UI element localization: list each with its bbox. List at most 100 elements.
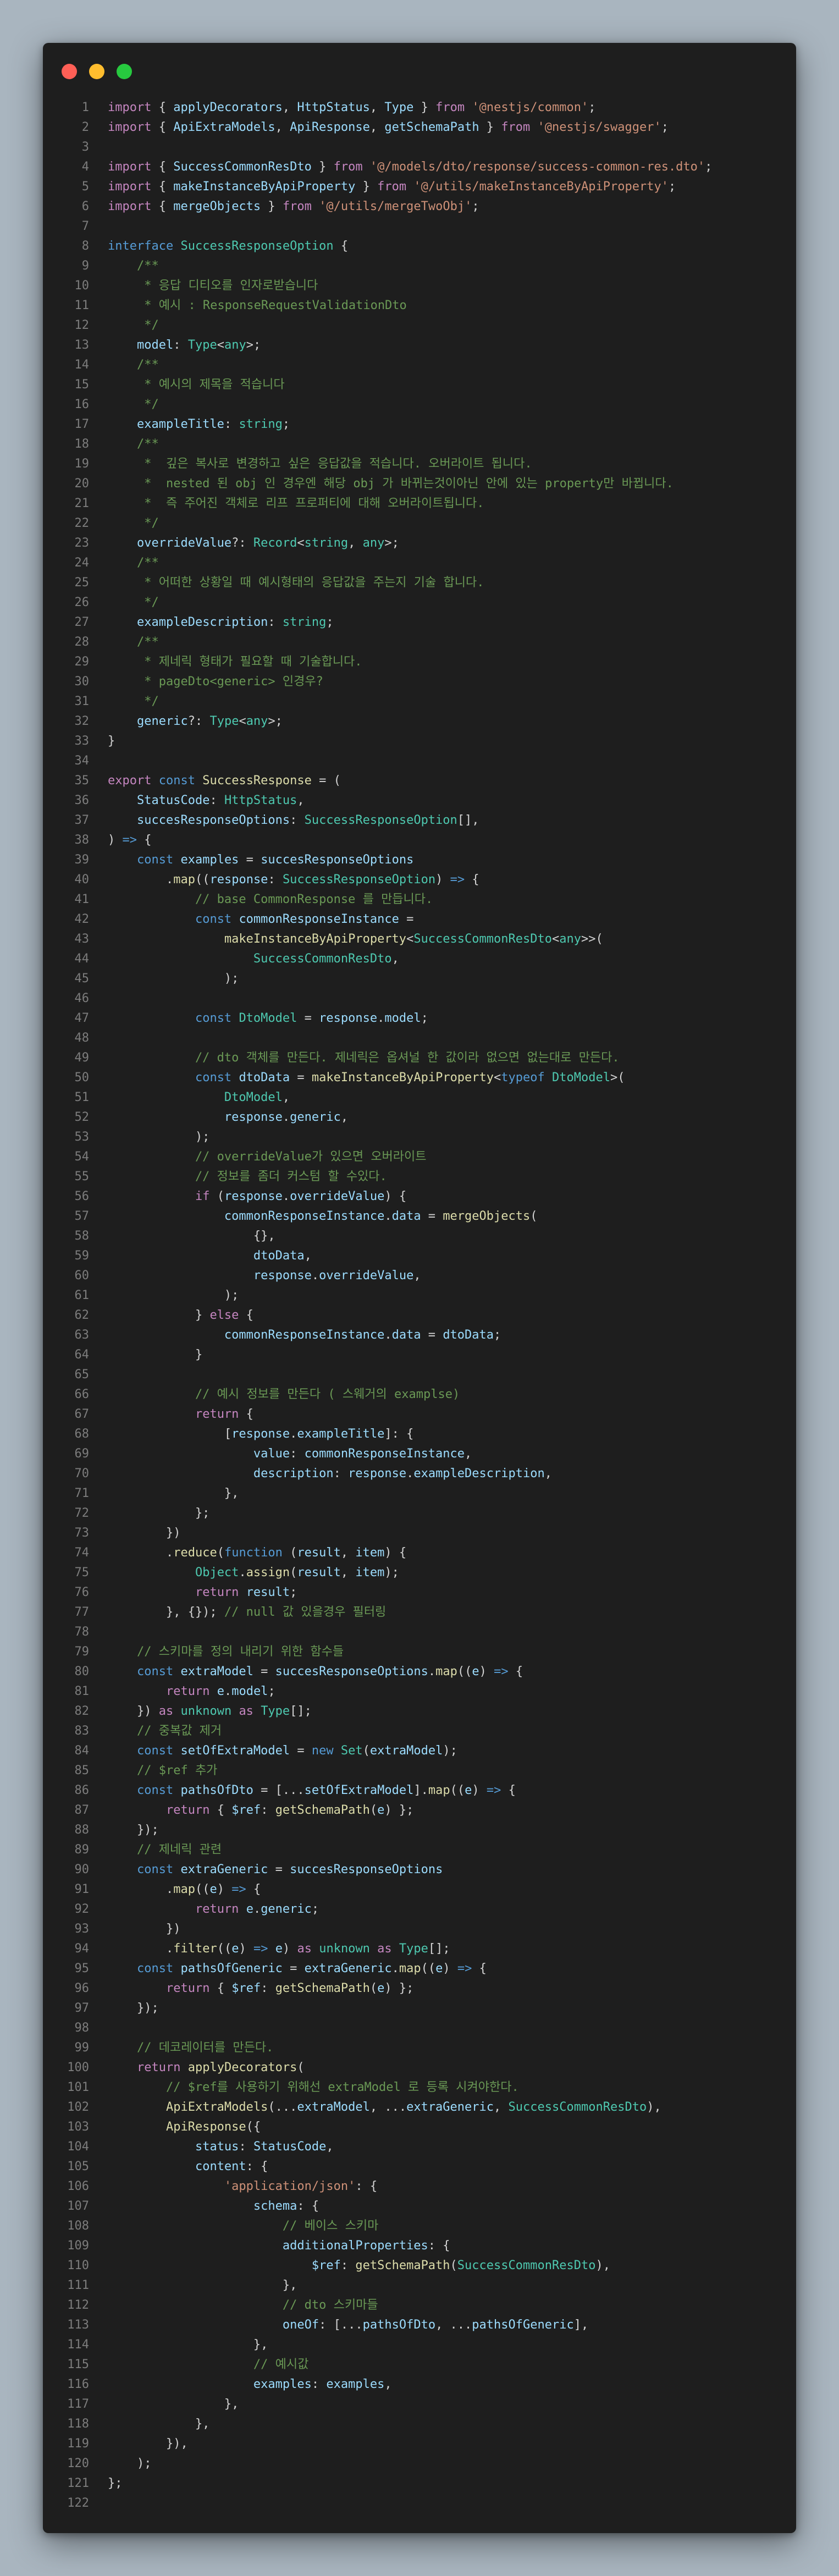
code-token: ): [435, 873, 450, 887]
code-line: 56 if (response.overrideValue) {: [43, 1187, 796, 1207]
code-token: from: [377, 180, 407, 194]
code-token: DtoModel: [552, 1071, 610, 1085]
line-text: dtoData,: [89, 1246, 312, 1266]
code-token: ): [108, 833, 123, 847]
code-token: =>: [457, 1962, 472, 1975]
code-line: 23 overrideValue?: Record<string, any>;: [43, 533, 796, 553]
code-token: {: [246, 1883, 261, 1896]
code-token: ApiExtraModels: [165, 2100, 268, 2114]
line-number: 64: [74, 1348, 90, 1362]
line-number: 62: [74, 1308, 90, 1322]
code-token: =>: [122, 833, 137, 847]
line-number: 50: [74, 1071, 90, 1085]
code-token: .: [384, 1328, 392, 1342]
code-window: 1 import { applyDecorators, HttpStatus, T…: [43, 43, 796, 2533]
line-number: 75: [74, 1566, 90, 1579]
line-number: 63: [74, 1328, 90, 1342]
code-token: ,: [282, 101, 297, 114]
code-token: '@/utils/mergeTwoObj': [319, 200, 472, 213]
line-text: * 깊은 복사로 변경하고 싶은 응답값을 적습니다. 오버라이트 됩니다.: [89, 454, 532, 474]
code-line: 55 // 정보를 좀더 커스텀 할 수있다.: [43, 1167, 796, 1187]
code-token: =>: [494, 1665, 509, 1678]
line-number: 66: [74, 1388, 90, 1401]
code-token: },: [108, 2338, 268, 2352]
code-token: e: [231, 1942, 239, 1956]
code-token: {: [151, 180, 174, 194]
code-token: return: [165, 1981, 210, 1995]
code-line: 66 // 예시 정보를 만든다 ( 스웨거의 examplse): [43, 1385, 796, 1405]
line-text: [89, 989, 108, 1009]
code-token: mergeObjects: [443, 1209, 531, 1223]
code-line: 82 }) as unknown as Type[];: [43, 1702, 796, 1721]
code-token: data: [391, 1328, 421, 1342]
line-number: 5: [81, 180, 89, 194]
code-token: .: [282, 1190, 290, 1203]
code-token: succesResponseOptions: [275, 1665, 428, 1678]
code-token: :: [261, 1981, 275, 1995]
line-number: 4: [81, 160, 89, 174]
code-token: =: [290, 1744, 312, 1758]
code-line: 93 }): [43, 1919, 796, 1939]
code-token: [];: [428, 1942, 450, 1956]
code-token: (: [450, 2259, 457, 2272]
code-token: (: [209, 1190, 224, 1203]
line-number: 87: [74, 1803, 90, 1817]
code-token: response: [253, 1269, 312, 1283]
code-token: import: [108, 101, 152, 114]
line-text: import { applyDecorators, HttpStatus, Ty…: [89, 98, 596, 118]
code-token: }: [261, 200, 283, 213]
code-token: getSchemaPath: [275, 1981, 370, 1995]
code-line: 109 additionalProperties: {: [43, 2236, 796, 2256]
code-token: SuccessCommonResDto: [413, 932, 552, 946]
code-line: 48: [43, 1028, 796, 1048]
code-token: ((: [195, 873, 210, 887]
code-line: 58 {},: [43, 1226, 796, 1246]
code-token: exampleTitle: [297, 1427, 385, 1441]
code-token: from: [282, 200, 312, 213]
line-text: import { ApiExtraModels, ApiResponse, ge…: [89, 118, 669, 137]
line-text: // 제네릭 관련: [89, 1840, 222, 1860]
code-editor[interactable]: 1 import { applyDecorators, HttpStatus, T…: [43, 98, 796, 2513]
line-number: 47: [74, 1011, 90, 1025]
line-number: 17: [74, 417, 90, 431]
code-line: 62 } else {: [43, 1306, 796, 1325]
line-number: 34: [74, 754, 90, 768]
close-window-button[interactable]: [62, 64, 77, 79]
code-token: }): [108, 1704, 159, 1718]
code-token: extraModel: [180, 1665, 253, 1678]
minimize-window-button[interactable]: [89, 64, 104, 79]
line-text: [89, 751, 108, 771]
code-token: response: [209, 873, 268, 887]
code-token: }),: [108, 2437, 188, 2451]
line-number: 30: [74, 675, 90, 689]
line-text: */: [89, 395, 159, 415]
window-titlebar: [43, 43, 796, 98]
code-token: examples: [326, 2377, 385, 2391]
code-token: commonResponseInstance: [224, 1328, 385, 1342]
code-token: <: [217, 338, 224, 352]
code-token: extraGeneric: [180, 1863, 268, 1876]
code-token: examples: [180, 853, 239, 867]
code-token: }: [108, 1348, 203, 1362]
code-line: 57 commonResponseInstance.data = mergeOb…: [43, 1207, 796, 1226]
code-line: 63 commonResponseInstance.data = dtoData…: [43, 1325, 796, 1345]
line-number: 81: [74, 1685, 90, 1698]
code-token: );: [108, 1130, 210, 1144]
code-token: '@/models/dto/response/success-common-re…: [369, 160, 705, 174]
code-token: =>: [450, 873, 465, 887]
maximize-window-button[interactable]: [117, 64, 132, 79]
code-line: 7: [43, 217, 796, 236]
code-token: );: [384, 1566, 399, 1579]
line-number: 102: [67, 2100, 89, 2114]
code-token: any: [224, 338, 246, 352]
code-token: ((: [457, 1665, 472, 1678]
